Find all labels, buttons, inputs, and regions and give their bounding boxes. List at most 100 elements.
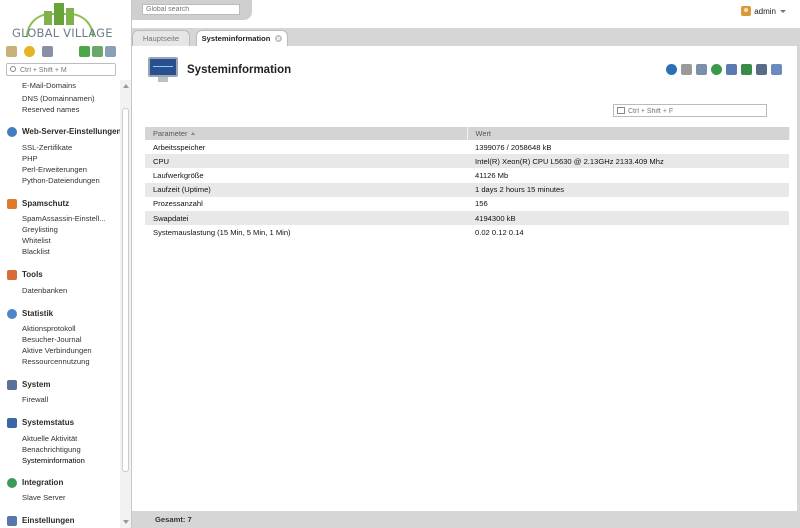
cell-parameter: Laufwerkgröße (153, 170, 204, 180)
page-title: Systeminformation (187, 64, 292, 76)
table-header-row: Parameter Wert (145, 127, 790, 140)
close-tab-icon[interactable] (275, 35, 283, 42)
sidebar-item-blacklist[interactable]: Blacklist (22, 247, 50, 256)
sidebar-item-python[interactable]: Python-Dateiendungen (22, 176, 100, 185)
sidebar-search-input[interactable] (20, 65, 114, 75)
favorites-star-icon[interactable] (24, 46, 35, 57)
system-icon (7, 379, 17, 390)
pin-sidebar-icon[interactable] (105, 46, 116, 57)
filter-icon (617, 107, 625, 114)
cell-parameter: Swapdatei (145, 210, 467, 226)
globe-icon (7, 126, 17, 137)
sidebar-scrollbar[interactable] (120, 80, 131, 528)
sidebar-section-tools[interactable]: Tools (7, 269, 43, 280)
system-status-icon (7, 417, 17, 428)
user-name: admin (754, 6, 776, 16)
filter-input[interactable] (628, 106, 764, 116)
sidebar-item-ssl[interactable]: SSL-Zertifikate (22, 143, 72, 152)
email-icon[interactable] (771, 64, 782, 75)
main-area: admin Hauptseite Systeminformation Syste… (132, 0, 800, 528)
table-row[interactable]: CPU Intel(R) Xeon(R) CPU L5630 @ 2.13GHz… (145, 154, 789, 169)
sidebar-item-firewall[interactable]: Firewall (22, 395, 48, 404)
content-panel: Systeminformation Parameter Wert (132, 46, 800, 511)
sidebar-section-system[interactable]: System (7, 379, 50, 390)
favorite-star-icon[interactable] (681, 64, 692, 75)
sidebar-section-web-server[interactable]: Web-Server-Einstellungen (7, 126, 120, 137)
sidebar-item-greylisting[interactable]: Greylisting (22, 225, 58, 234)
sidebar-item-systeminformation[interactable]: Systeminformation (22, 456, 85, 465)
chevron-down-icon (780, 9, 786, 13)
sidebar-nav: E-Mail-Domains DNS (Domainnamen) Reserve… (0, 82, 120, 528)
sidebar-item-aktionsprotokoll[interactable]: Aktionsprotokoll (22, 324, 76, 333)
cell-parameter: CPU (145, 154, 467, 169)
search-icon (10, 66, 16, 72)
briefcase-icon[interactable] (42, 46, 53, 57)
tab-hauptseite[interactable]: Hauptseite (132, 30, 190, 46)
global-search (132, 0, 252, 20)
sidebar-item-spamassassin[interactable]: SpamAssassin-Einstell... (22, 214, 106, 223)
spam-shield-icon (7, 198, 17, 209)
column-header-parameter[interactable]: Parameter (145, 127, 468, 140)
sidebar-item-aktuelle-aktivitaet[interactable]: Aktuelle Aktivität (22, 434, 77, 443)
column-header-wert[interactable]: Wert (467, 127, 790, 140)
help-globe-icon[interactable] (711, 64, 722, 75)
sidebar-item-reserved-names[interactable]: Reserved names (22, 105, 79, 114)
sidebar-item-whitelist[interactable]: Whitelist (22, 236, 51, 245)
cell-value: 0.02 0.12 0.14 (475, 227, 524, 237)
cell-value: 1399076 / 2058648 kB (475, 142, 552, 152)
print-icon[interactable] (756, 64, 767, 75)
sidebar-section-statistik[interactable]: Statistik (7, 308, 53, 319)
top-bar: admin (132, 0, 800, 28)
navigation-tree-icon[interactable] (6, 46, 17, 57)
scroll-up-icon[interactable] (123, 84, 129, 88)
sidebar-item-dns[interactable]: DNS (Domainnamen) (22, 94, 95, 103)
cell-value: 4194300 kB (467, 210, 789, 226)
table-footer: Gesamt: 7 (132, 511, 800, 528)
export-excel-icon[interactable] (741, 64, 752, 75)
sidebar-item-email-domains[interactable]: E-Mail-Domains (22, 82, 76, 90)
sidebar-item-benachrichtigung[interactable]: Benachrichtigung (22, 445, 81, 454)
integration-icon (7, 477, 17, 488)
table-row[interactable]: Prozessanzahl 156 (145, 197, 789, 211)
sidebar-item-aktive-verbindungen[interactable]: Aktive Verbindungen (22, 346, 92, 355)
collapse-all-icon[interactable] (92, 46, 103, 57)
pin-icon[interactable] (696, 64, 707, 75)
sidebar-section-spamschutz[interactable]: Spamschutz (7, 198, 69, 209)
sidebar-section-einstellungen[interactable]: Einstellungen (7, 515, 74, 526)
sidebar-item-slave-server[interactable]: Slave Server (22, 493, 65, 502)
tab-label: Systeminformation (201, 34, 271, 43)
table-filter[interactable] (613, 104, 767, 117)
sidebar-section-systemstatus[interactable]: Systemstatus (7, 417, 74, 428)
sidebar-search[interactable] (6, 63, 116, 76)
sidebar-toolbar (6, 46, 116, 58)
sidebar-item-datenbanken[interactable]: Datenbanken (22, 286, 67, 295)
statistics-icon (7, 308, 17, 319)
table-row[interactable]: Laufzeit (Uptime) 1 days 2 hours 15 minu… (145, 182, 789, 197)
user-avatar-icon (741, 6, 752, 16)
scrollbar-thumb[interactable] (122, 108, 129, 472)
tab-label: Hauptseite (142, 34, 180, 43)
user-menu[interactable]: admin (741, 5, 786, 17)
global-search-input[interactable] (142, 4, 240, 15)
sidebar-item-perl[interactable]: Perl-Erweiterungen (22, 165, 87, 174)
sidebar-item-php[interactable]: PHP (22, 154, 38, 163)
scroll-down-icon[interactable] (123, 520, 129, 524)
tab-bar: Hauptseite Systeminformation (132, 28, 800, 46)
table-row[interactable]: Systemauslastung (15 Min, 5 Min, 1 Min) … (145, 225, 789, 239)
table-row[interactable]: Laufwerkgröße 41126 Mb (145, 168, 789, 182)
table-row[interactable]: Arbeitsspeicher 1399076 / 2058648 kB (145, 140, 789, 154)
cell-parameter: Arbeitsspeicher (153, 142, 206, 152)
total-count: Gesamt: 7 (155, 515, 192, 524)
cell-parameter: Systemauslastung (15 Min, 5 Min, 1 Min) (153, 227, 291, 237)
buildings-icon (42, 3, 78, 25)
expand-all-icon[interactable] (79, 46, 90, 57)
sidebar-section-integration[interactable]: Integration (7, 477, 63, 488)
global-village-logo[interactable]: GLOBAL VILLAGE (12, 3, 113, 43)
refresh-icon[interactable] (666, 64, 677, 75)
export-icon[interactable] (726, 64, 737, 75)
sidebar-item-ressourcennutzung[interactable]: Ressourcennutzung (22, 357, 90, 366)
sidebar-item-besucher-journal[interactable]: Besucher-Journal (22, 335, 82, 344)
system-info-table: Parameter Wert Arbeitsspeicher 1399076 /… (145, 127, 790, 239)
table-row[interactable]: Swapdatei 4194300 kB (145, 210, 789, 226)
tab-systeminformation[interactable]: Systeminformation (196, 30, 288, 46)
